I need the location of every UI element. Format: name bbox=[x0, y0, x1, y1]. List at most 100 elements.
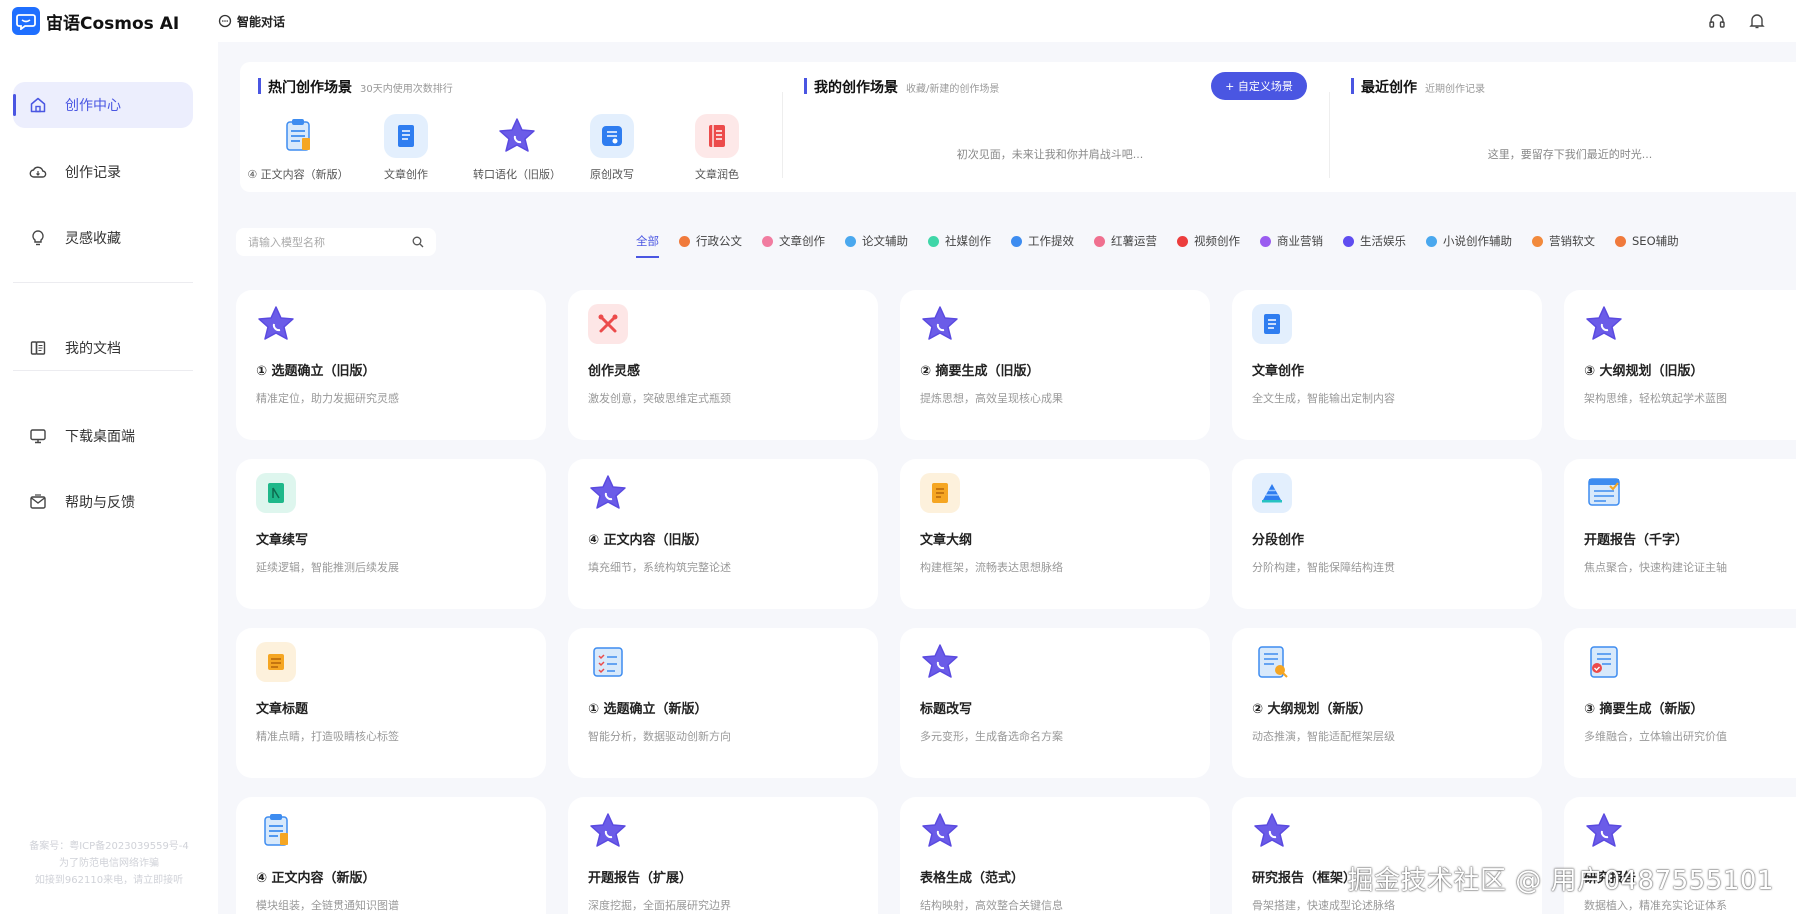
scene-card[interactable]: ③ 大纲规划（旧版） 架构思维，轻松筑起学术蓝图 bbox=[1564, 290, 1796, 440]
footer-line: 备案号：粤ICP备2023039559号-4 bbox=[29, 841, 189, 852]
mail-icon bbox=[30, 494, 46, 509]
category-tab[interactable]: 论文辅助 bbox=[845, 233, 908, 249]
category-dot bbox=[1177, 235, 1188, 247]
app-logo[interactable]: 宙语Cosmos AI bbox=[12, 7, 218, 35]
scene-card[interactable]: ③ 摘要生成（新版） 多维融合，立体输出研究价值 bbox=[1564, 628, 1796, 778]
scene-card[interactable]: ② 摘要生成（旧版） 提炼思想，高效呈现核心成果 bbox=[900, 290, 1210, 440]
hot-scenes-subtitle: 30天内使用次数排行 bbox=[360, 84, 453, 95]
scene-card-description: 深度挖掘，全面拓展研究边界 bbox=[588, 899, 731, 912]
category-tab[interactable]: 视频创作 bbox=[1177, 233, 1240, 249]
sidebar-item-help-feedback[interactable]: 帮助与反馈 bbox=[13, 479, 193, 525]
sidebar-item-my-documents[interactable]: 我的文档 bbox=[13, 325, 193, 371]
star-icon bbox=[920, 642, 960, 682]
scene-card-title: 研究报告（框架） bbox=[1252, 871, 1357, 886]
headset-icon[interactable] bbox=[1708, 12, 1726, 30]
sidebar-item-creation-records[interactable]: 创作记录 bbox=[13, 149, 193, 195]
scene-card[interactable]: ④ 正文内容（旧版） 填充细节，系统构筑完整论述 bbox=[568, 459, 878, 609]
scene-card[interactable]: 文章续写 延续逻辑，智能推测后续发展 bbox=[236, 459, 546, 609]
category-tab-label: 商业营销 bbox=[1277, 234, 1323, 248]
scene-card[interactable]: 开题报告（千字） 焦点聚合，快速构建论证主轴 bbox=[1564, 459, 1796, 609]
sidebar-divider bbox=[13, 370, 193, 371]
scene-card[interactable]: 标题改写 多元变形，生成备选命名方案 bbox=[900, 628, 1210, 778]
sidebar-item-label: 我的文档 bbox=[65, 341, 121, 357]
star-icon bbox=[256, 304, 296, 344]
category-tab[interactable]: 工作提效 bbox=[1011, 233, 1074, 249]
model-search[interactable] bbox=[236, 228, 436, 256]
category-dot bbox=[762, 235, 773, 247]
category-tabs: 全部 行政公文 文章创作 论文辅助 社媒创作 工作提效 红薯运营 视频创作 商业营销 生活娱乐 小说… bbox=[636, 233, 1699, 258]
checklist-icon bbox=[588, 642, 628, 682]
scene-card-description: 动态推演，智能适配框架层级 bbox=[1252, 730, 1395, 743]
category-tab[interactable]: 文章创作 bbox=[762, 233, 825, 249]
category-tab[interactable]: 营销软文 bbox=[1532, 233, 1595, 249]
scene-card-description: 提炼思想，高效呈现核心成果 bbox=[920, 392, 1063, 405]
nav-smart-chat-label: 智能对话 bbox=[237, 14, 286, 29]
category-tab-label: 工作提效 bbox=[1028, 234, 1074, 248]
scene-card-description: 模块组装，全链贯通知识图谱 bbox=[256, 899, 399, 912]
category-tab-label: 文章创作 bbox=[779, 234, 825, 248]
scene-card[interactable]: 文章大纲 构建框架，流畅表达思想脉络 bbox=[900, 459, 1210, 609]
scene-card-title: ② 摘要生成（旧版） bbox=[920, 364, 1040, 379]
recent-empty: 这里，要留存下我们最近的时光... bbox=[1487, 148, 1653, 161]
sidebar-item-inspiration[interactable]: 灵感收藏 bbox=[13, 215, 193, 261]
logo-icon bbox=[12, 7, 40, 35]
sidebar-item-download-desktop[interactable]: 下载桌面端 bbox=[13, 413, 193, 459]
category-tab-label: 红薯运营 bbox=[1111, 234, 1157, 248]
footer-line: 如接到962110来电，请立即接听 bbox=[34, 875, 184, 886]
scene-card-description: 数据植入，精准充实论证体系 bbox=[1584, 899, 1727, 912]
category-tab-label: 论文辅助 bbox=[862, 234, 908, 248]
scene-card-description: 骨架搭建，快速成型论述脉络 bbox=[1252, 899, 1395, 912]
hot-scene-item[interactable]: 转口语化（旧版） bbox=[462, 114, 572, 182]
hot-scene-item[interactable]: 原创改写 bbox=[557, 114, 667, 182]
category-tab[interactable]: 社媒创作 bbox=[928, 233, 991, 249]
scene-card-description: 多元变形，生成备选命名方案 bbox=[920, 730, 1063, 743]
scene-card-title: 开题报告（千字） bbox=[1584, 533, 1689, 548]
clipboard-icon bbox=[276, 114, 320, 158]
scene-card-title: ④ 正文内容（旧版） bbox=[588, 533, 708, 548]
search-input[interactable] bbox=[248, 235, 412, 249]
hot-scene-item[interactable]: ④ 正文内容（新版） bbox=[243, 114, 353, 182]
category-tab-label: 全部 bbox=[636, 234, 659, 248]
scene-card[interactable]: 文章创作 全文生成，智能输出定制内容 bbox=[1232, 290, 1542, 440]
sidebar-item-creation-center[interactable]: 创作中心 bbox=[13, 82, 193, 128]
scene-card-description: 分阶构建，智能保障结构连贯 bbox=[1252, 561, 1395, 574]
category-dot bbox=[679, 235, 690, 247]
scene-card-description: 精准点睛，打造吸睛核心标签 bbox=[256, 730, 399, 743]
star-icon bbox=[1584, 811, 1624, 851]
scene-card-description: 全文生成，智能输出定制内容 bbox=[1252, 392, 1395, 405]
scene-card-title: ④ 正文内容（新版） bbox=[256, 871, 376, 886]
hot-scene-item[interactable]: 文章创作 bbox=[351, 114, 461, 182]
scene-card[interactable]: ④ 正文内容（新版） 模块组装，全链贯通知识图谱 bbox=[236, 797, 546, 914]
bell-icon[interactable] bbox=[1748, 12, 1766, 30]
hot-scene-item[interactable]: 文章润色 bbox=[662, 114, 772, 182]
scene-card[interactable]: 表格生成（范式） 结构映射，高效整合关键信息 bbox=[900, 797, 1210, 914]
hot-scene-label: ④ 正文内容（新版） bbox=[247, 168, 349, 181]
category-dot bbox=[1094, 235, 1105, 247]
scene-card[interactable]: 创作灵感 激发创意，突破思维定式瓶颈 bbox=[568, 290, 878, 440]
scene-card[interactable]: ① 选题确立（旧版） 精准定位，助力发掘研究灵感 bbox=[236, 290, 546, 440]
category-tab[interactable]: 红薯运营 bbox=[1094, 233, 1157, 249]
scene-card[interactable]: 分段创作 分阶构建，智能保障结构连贯 bbox=[1232, 459, 1542, 609]
scene-card[interactable]: 开题报告（扩展） 深度挖掘，全面拓展研究边界 bbox=[568, 797, 878, 914]
category-tab[interactable]: 全部 bbox=[636, 233, 659, 258]
category-tab[interactable]: SEO辅助 bbox=[1615, 233, 1679, 249]
category-tab[interactable]: 小说创作辅助 bbox=[1426, 233, 1512, 249]
scene-card[interactable]: ② 大纲规划（新版） 动态推演，智能适配框架层级 bbox=[1232, 628, 1542, 778]
nav-smart-chat[interactable]: 智能对话 bbox=[218, 13, 285, 30]
chat-icon bbox=[218, 14, 232, 28]
category-tab-label: 生活娱乐 bbox=[1360, 234, 1406, 248]
panel-divider bbox=[1329, 92, 1330, 178]
category-tab[interactable]: 生活娱乐 bbox=[1343, 233, 1406, 249]
sidebar-item-label: 灵感收藏 bbox=[65, 231, 121, 247]
category-tab-label: 营销软文 bbox=[1549, 234, 1595, 248]
category-tab[interactable]: 商业营销 bbox=[1260, 233, 1323, 249]
search-icon[interactable] bbox=[412, 236, 424, 248]
category-tab[interactable]: 行政公文 bbox=[679, 233, 742, 249]
custom-scene-button[interactable]: + 自定义场景 bbox=[1211, 72, 1307, 100]
scene-card[interactable]: 文章标题 精准点睛，打造吸睛核心标签 bbox=[236, 628, 546, 778]
scene-card[interactable]: ① 选题确立（新版） 智能分析，数据驱动创新方向 bbox=[568, 628, 878, 778]
star-icon bbox=[920, 304, 960, 344]
sidebar: 创作中心 创作记录 灵感收藏 我的文档 下载桌面端 帮助与反馈 备案号：粤ICP… bbox=[0, 42, 218, 914]
book-icon bbox=[695, 114, 739, 158]
scene-card-title: ① 选题确立（新版） bbox=[588, 702, 708, 717]
